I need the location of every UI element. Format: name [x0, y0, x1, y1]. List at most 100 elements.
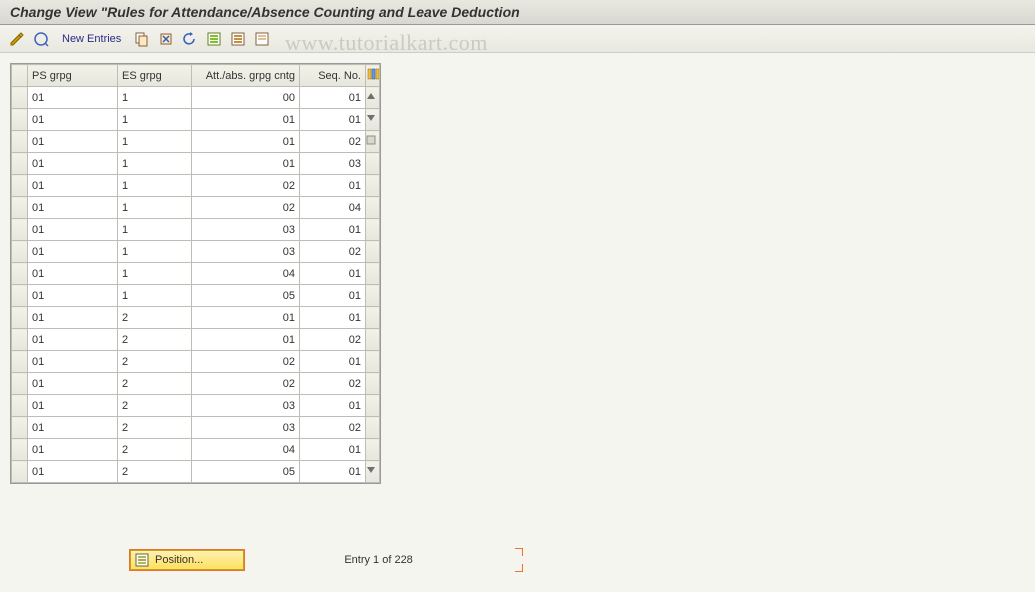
- cell-es[interactable]: 2: [118, 373, 192, 395]
- cell-ps[interactable]: 01: [28, 263, 118, 285]
- row-selector[interactable]: [12, 417, 28, 439]
- select-all-icon[interactable]: [205, 30, 223, 48]
- deselect-all-icon[interactable]: [253, 30, 271, 48]
- col-header-es[interactable]: ES grpg: [118, 65, 192, 87]
- cell-at[interactable]: 01: [192, 307, 300, 329]
- cell-at[interactable]: 01: [192, 329, 300, 351]
- row-selector[interactable]: [12, 131, 28, 153]
- cell-ps[interactable]: 01: [28, 87, 118, 109]
- scroll-down-small-icon[interactable]: [366, 113, 378, 125]
- cell-sq[interactable]: 01: [300, 285, 366, 307]
- cell-ps[interactable]: 01: [28, 307, 118, 329]
- cell-at[interactable]: 00: [192, 87, 300, 109]
- cell-at[interactable]: 01: [192, 153, 300, 175]
- cell-at[interactable]: 02: [192, 373, 300, 395]
- col-header-ps[interactable]: PS grpg: [28, 65, 118, 87]
- cell-at[interactable]: 03: [192, 219, 300, 241]
- row-selector[interactable]: [12, 219, 28, 241]
- cell-ps[interactable]: 01: [28, 395, 118, 417]
- cell-es[interactable]: 1: [118, 285, 192, 307]
- row-selector[interactable]: [12, 87, 28, 109]
- cell-es[interactable]: 1: [118, 263, 192, 285]
- cell-es[interactable]: 2: [118, 395, 192, 417]
- col-header-sq[interactable]: Seq. No.: [300, 65, 366, 87]
- undo-icon[interactable]: [181, 30, 199, 48]
- cell-ps[interactable]: 01: [28, 153, 118, 175]
- cell-at[interactable]: 03: [192, 395, 300, 417]
- cell-at[interactable]: 01: [192, 109, 300, 131]
- cell-sq[interactable]: 02: [300, 417, 366, 439]
- cell-sq[interactable]: 01: [300, 175, 366, 197]
- scroll-down-icon[interactable]: [366, 465, 378, 477]
- cell-sq[interactable]: 01: [300, 307, 366, 329]
- cell-sq[interactable]: 01: [300, 109, 366, 131]
- change-icon[interactable]: [8, 30, 26, 48]
- cell-sq[interactable]: 02: [300, 373, 366, 395]
- cell-sq[interactable]: 02: [300, 241, 366, 263]
- cell-ps[interactable]: 01: [28, 417, 118, 439]
- cell-sq[interactable]: 01: [300, 461, 366, 483]
- cell-ps[interactable]: 01: [28, 131, 118, 153]
- cell-ps[interactable]: 01: [28, 373, 118, 395]
- cell-es[interactable]: 1: [118, 87, 192, 109]
- cell-es[interactable]: 1: [118, 131, 192, 153]
- cell-ps[interactable]: 01: [28, 175, 118, 197]
- cell-sq[interactable]: 01: [300, 439, 366, 461]
- configure-columns-icon[interactable]: [366, 65, 380, 87]
- cell-sq[interactable]: 01: [300, 263, 366, 285]
- row-selector[interactable]: [12, 373, 28, 395]
- expand-all-icon[interactable]: [32, 30, 50, 48]
- select-block-icon[interactable]: [229, 30, 247, 48]
- cell-at[interactable]: 04: [192, 439, 300, 461]
- row-selector[interactable]: [12, 329, 28, 351]
- select-all-header[interactable]: [12, 65, 28, 87]
- cell-es[interactable]: 2: [118, 307, 192, 329]
- delete-icon[interactable]: [157, 30, 175, 48]
- row-selector[interactable]: [12, 153, 28, 175]
- cell-es[interactable]: 2: [118, 461, 192, 483]
- cell-sq[interactable]: 01: [300, 87, 366, 109]
- scroll-gutter[interactable]: [366, 87, 380, 109]
- cell-ps[interactable]: 01: [28, 219, 118, 241]
- row-selector[interactable]: [12, 461, 28, 483]
- row-selector[interactable]: [12, 395, 28, 417]
- cell-sq[interactable]: 03: [300, 153, 366, 175]
- cell-es[interactable]: 1: [118, 241, 192, 263]
- cell-ps[interactable]: 01: [28, 439, 118, 461]
- cell-ps[interactable]: 01: [28, 285, 118, 307]
- cell-ps[interactable]: 01: [28, 241, 118, 263]
- scroll-gutter[interactable]: [366, 461, 380, 483]
- cell-sq[interactable]: 01: [300, 219, 366, 241]
- cell-ps[interactable]: 01: [28, 197, 118, 219]
- cell-at[interactable]: 04: [192, 263, 300, 285]
- row-selector[interactable]: [12, 307, 28, 329]
- cell-ps[interactable]: 01: [28, 461, 118, 483]
- scroll-thumb[interactable]: [366, 135, 378, 147]
- cell-es[interactable]: 1: [118, 175, 192, 197]
- row-selector[interactable]: [12, 285, 28, 307]
- cell-sq[interactable]: 01: [300, 351, 366, 373]
- row-selector[interactable]: [12, 351, 28, 373]
- row-selector[interactable]: [12, 175, 28, 197]
- cell-es[interactable]: 2: [118, 329, 192, 351]
- cell-ps[interactable]: 01: [28, 109, 118, 131]
- cell-at[interactable]: 01: [192, 131, 300, 153]
- copy-icon[interactable]: [133, 30, 151, 48]
- row-selector[interactable]: [12, 263, 28, 285]
- col-header-at[interactable]: Att./abs. grpg cntg: [192, 65, 300, 87]
- cell-at[interactable]: 02: [192, 351, 300, 373]
- scroll-up-icon[interactable]: [366, 91, 378, 103]
- cell-at[interactable]: 02: [192, 175, 300, 197]
- cell-ps[interactable]: 01: [28, 351, 118, 373]
- row-selector[interactable]: [12, 439, 28, 461]
- cell-es[interactable]: 1: [118, 197, 192, 219]
- cell-es[interactable]: 1: [118, 219, 192, 241]
- cell-sq[interactable]: 04: [300, 197, 366, 219]
- cell-es[interactable]: 1: [118, 153, 192, 175]
- cell-es[interactable]: 1: [118, 109, 192, 131]
- cell-sq[interactable]: 02: [300, 329, 366, 351]
- cell-ps[interactable]: 01: [28, 329, 118, 351]
- cell-at[interactable]: 03: [192, 417, 300, 439]
- cell-sq[interactable]: 02: [300, 131, 366, 153]
- cell-sq[interactable]: 01: [300, 395, 366, 417]
